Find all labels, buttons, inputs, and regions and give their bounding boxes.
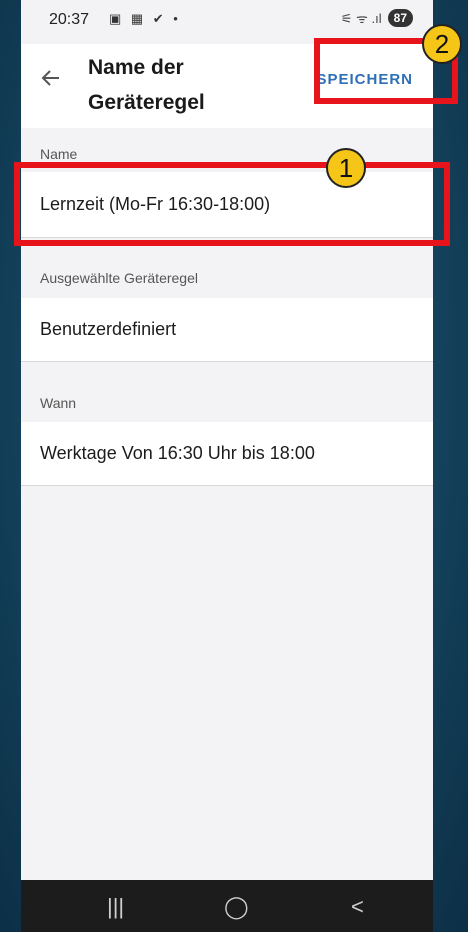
- back-nav-icon[interactable]: <: [351, 894, 364, 920]
- notification-icons: ▣ ▦ ✔ •: [109, 11, 181, 26]
- battery-icon: 87: [387, 9, 413, 27]
- system-icons: ⚟ ᯤ .ıl 87: [341, 9, 413, 27]
- status-time: 20:37: [49, 11, 90, 28]
- arrow-back-icon[interactable]: [35, 62, 67, 94]
- phone-screen: 20:37 ▣ ▦ ✔ • ⚟ ᯤ .ıl 87 Name der Geräte…: [21, 0, 433, 932]
- page-title: Name der Geräteregel: [88, 50, 288, 120]
- badge-step-1: 1: [326, 148, 366, 188]
- recent-apps-icon[interactable]: |||: [107, 894, 124, 920]
- navigation-bar: ||| ◯ <: [21, 880, 433, 932]
- highlight-box-name-field: [14, 162, 450, 246]
- rule-type-label: Ausgewählte Geräteregel: [40, 270, 198, 286]
- badge-step-2: 2: [422, 24, 462, 64]
- page-title-line1: Name der: [88, 56, 184, 79]
- signal-icon: ⚟ ᯤ .ıl: [340, 11, 382, 26]
- home-icon[interactable]: ◯: [224, 894, 249, 920]
- page-title-line2: Geräteregel: [88, 91, 205, 114]
- rule-type-field[interactable]: Benutzerdefiniert: [21, 298, 433, 362]
- when-label: Wann: [40, 395, 77, 411]
- when-field[interactable]: Werktage Von 16:30 Uhr bis 18:00: [21, 422, 433, 486]
- name-label: Name: [40, 146, 78, 162]
